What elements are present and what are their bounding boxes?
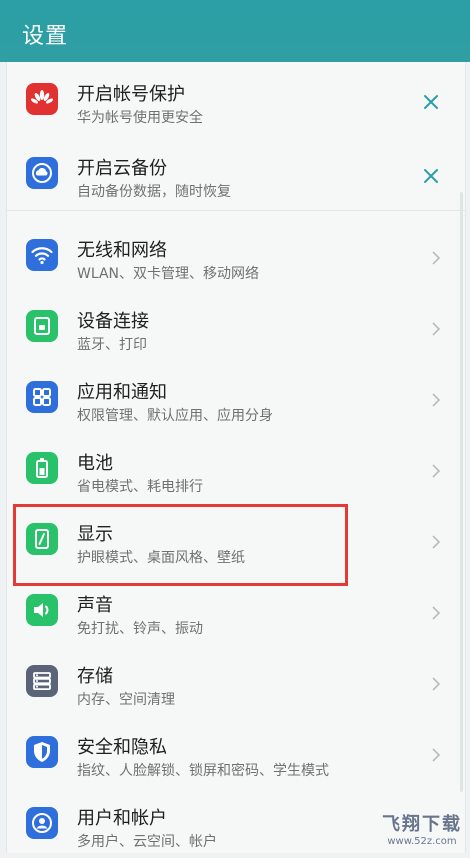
device-connection-icon bbox=[26, 310, 58, 342]
chevron-right-icon bbox=[431, 392, 441, 408]
item-title: 电池 bbox=[77, 453, 113, 474]
settings-item-network[interactable]: 无线和网络 WLAN、双卡管理、移动网络 bbox=[7, 220, 465, 290]
item-title: 应用和通知 bbox=[77, 382, 167, 403]
item-title: 存储 bbox=[77, 666, 113, 687]
settings-item-storage[interactable]: 存储 内存、空间清理 bbox=[7, 646, 465, 716]
storage-icon bbox=[26, 665, 58, 697]
item-title: 安全和隐私 bbox=[77, 737, 167, 758]
battery-icon bbox=[26, 452, 58, 484]
scrollbar[interactable] bbox=[460, 192, 463, 792]
wifi-icon bbox=[26, 239, 58, 271]
settings-item-security[interactable]: 安全和隐私 指纹、人脸解锁、锁屏和密码、学生模式 bbox=[7, 717, 465, 787]
chevron-right-icon bbox=[431, 747, 441, 763]
chevron-right-icon bbox=[431, 534, 441, 550]
shield-icon bbox=[26, 736, 58, 768]
promo-title: 开启帐号保护 bbox=[77, 84, 185, 105]
chevron-right-icon bbox=[431, 605, 441, 621]
chevron-right-icon bbox=[431, 321, 441, 337]
promo-cloud-backup[interactable]: 开启云备份 自动备份数据，随时恢复 bbox=[7, 138, 465, 208]
item-subtitle: 省电模式、耗电排行 bbox=[77, 479, 203, 495]
highlight-box bbox=[13, 504, 348, 586]
item-title: 声音 bbox=[77, 595, 113, 616]
cloud-backup-icon bbox=[26, 157, 58, 189]
chevron-right-icon bbox=[431, 463, 441, 479]
watermark: 飞翔下载 www.52z.com bbox=[382, 810, 462, 847]
promo-subtitle: 自动备份数据，随时恢复 bbox=[77, 184, 231, 200]
page-title: 设置 bbox=[22, 24, 69, 49]
promo-account-protection[interactable]: 开启帐号保护 华为帐号使用更安全 bbox=[7, 64, 465, 134]
promo-title: 开启云备份 bbox=[77, 158, 167, 179]
item-subtitle: 指纹、人脸解锁、锁屏和密码、学生模式 bbox=[77, 763, 329, 779]
watermark-text: 飞翔下载 bbox=[382, 814, 462, 835]
apps-grid-icon bbox=[26, 381, 58, 413]
section-divider bbox=[7, 210, 465, 211]
settings-item-battery[interactable]: 电池 省电模式、耗电排行 bbox=[7, 433, 465, 503]
settings-item-apps[interactable]: 应用和通知 权限管理、默认应用、应用分身 bbox=[7, 362, 465, 432]
huawei-logo-icon bbox=[26, 83, 58, 115]
item-subtitle: 内存、空间清理 bbox=[77, 692, 175, 708]
settings-item-device-connection[interactable]: 设备连接 蓝牙、打印 bbox=[7, 291, 465, 361]
settings-list[interactable]: 开启帐号保护 华为帐号使用更安全 开启云备份 自动备份数据，随时恢复 无线和网络… bbox=[6, 62, 466, 853]
chevron-right-icon bbox=[431, 676, 441, 692]
item-subtitle: 蓝牙、打印 bbox=[77, 337, 147, 353]
watermark-url: www.52z.com bbox=[387, 836, 457, 847]
item-subtitle: 多用户、云空间、帐户 bbox=[77, 834, 217, 850]
item-subtitle: WLAN、双卡管理、移动网络 bbox=[77, 266, 260, 282]
close-icon[interactable] bbox=[423, 94, 439, 110]
item-title: 用户和帐户 bbox=[77, 808, 167, 829]
item-title: 设备连接 bbox=[77, 311, 149, 332]
chevron-right-icon bbox=[431, 250, 441, 266]
promo-subtitle: 华为帐号使用更安全 bbox=[77, 110, 203, 126]
item-subtitle: 免打扰、铃声、振动 bbox=[77, 621, 203, 637]
user-icon bbox=[26, 807, 58, 839]
item-subtitle: 权限管理、默认应用、应用分身 bbox=[77, 408, 273, 424]
speaker-icon bbox=[26, 594, 58, 626]
item-title: 无线和网络 bbox=[77, 240, 167, 261]
app-header: 设置 bbox=[0, 0, 470, 62]
close-icon[interactable] bbox=[423, 168, 439, 184]
